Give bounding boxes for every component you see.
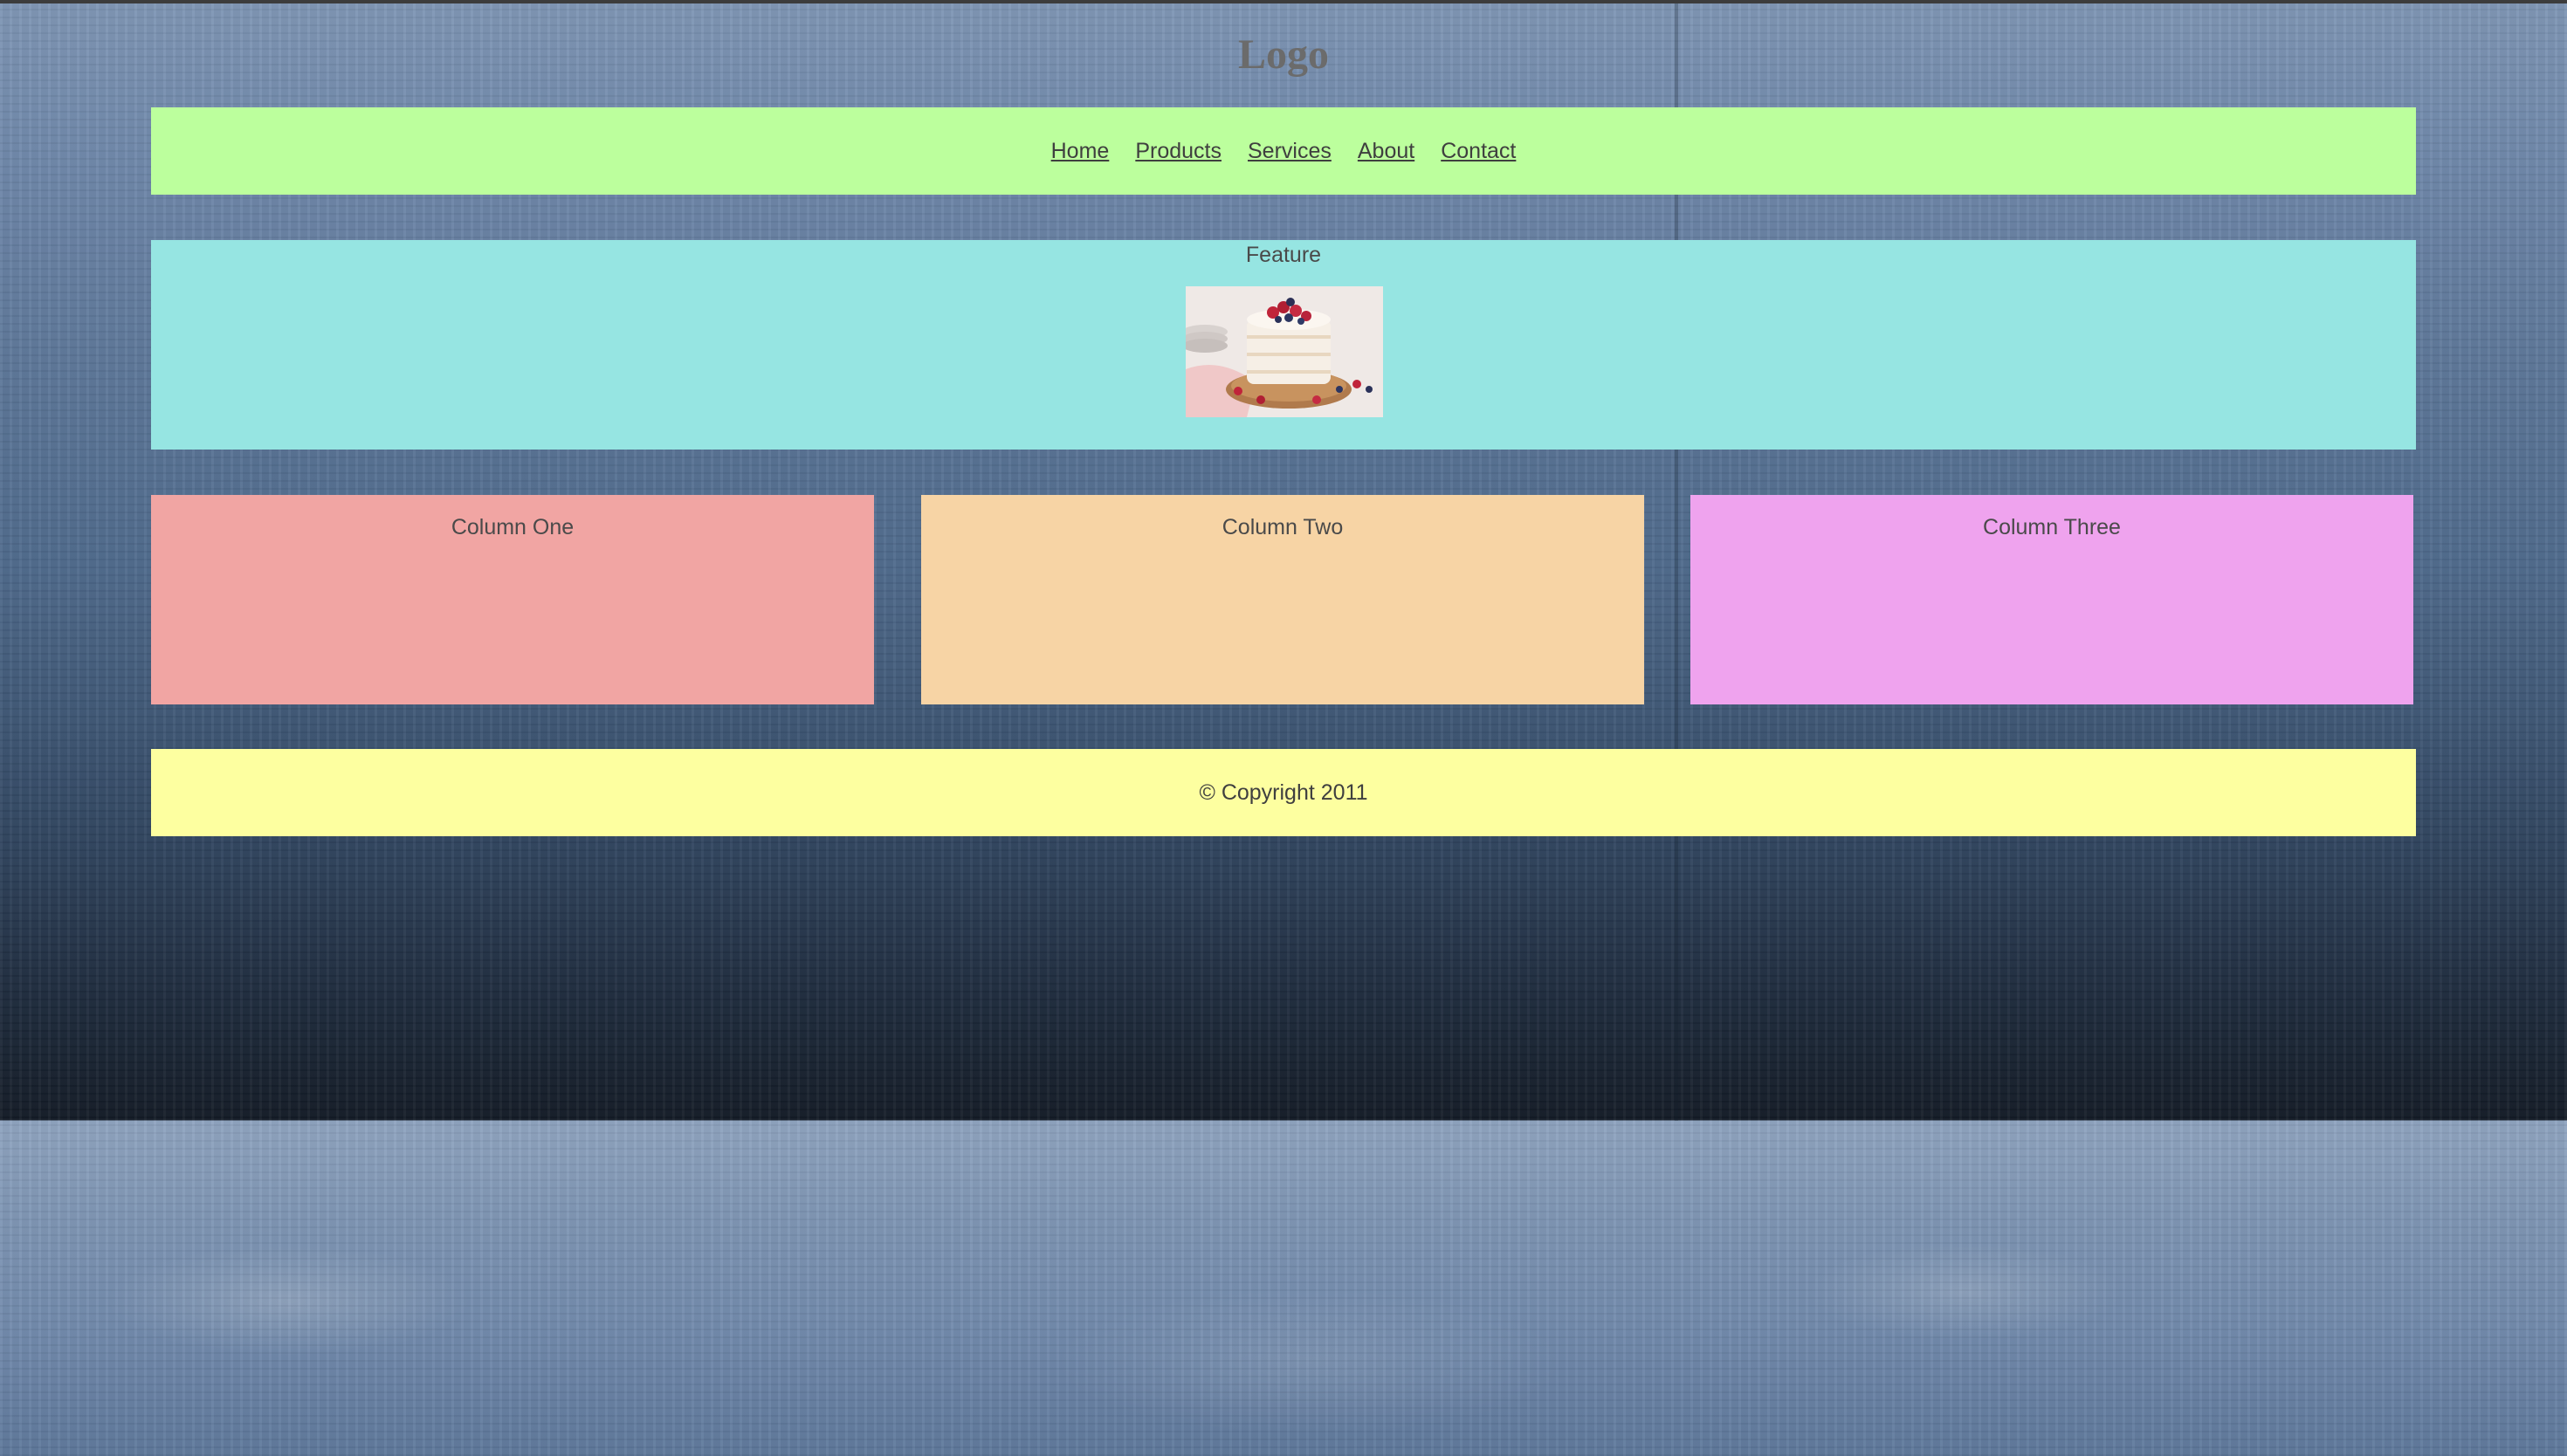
column-one: Column One	[151, 495, 874, 704]
copyright-text: © Copyright 2011	[1199, 780, 1368, 805]
nav-link-contact[interactable]: Contact	[1441, 139, 1516, 164]
columns-section: Column One Column Two Column Three	[151, 495, 2416, 704]
feature-title: Feature	[1245, 243, 1322, 267]
feature-section: Feature	[151, 240, 2416, 450]
nav-link-services[interactable]: Services	[1248, 139, 1332, 164]
main-navigation: Home Products Services About Contact	[151, 107, 2416, 195]
column-one-label: Column One	[451, 515, 575, 539]
nav-link-home[interactable]: Home	[1051, 139, 1110, 164]
column-two: Column Two	[921, 495, 1644, 704]
page-background	[0, 0, 2567, 1456]
nav-link-products[interactable]: Products	[1135, 139, 1222, 164]
column-three: Column Three	[1690, 495, 2413, 704]
nav-link-about[interactable]: About	[1358, 139, 1414, 164]
column-two-label: Column Two	[1222, 515, 1344, 539]
site-logo[interactable]: Logo	[0, 24, 2567, 86]
site-footer: © Copyright 2011	[151, 749, 2416, 836]
cake-image	[1186, 286, 1383, 417]
window-top-border	[0, 0, 2567, 3]
column-three-label: Column Three	[1983, 515, 2121, 539]
